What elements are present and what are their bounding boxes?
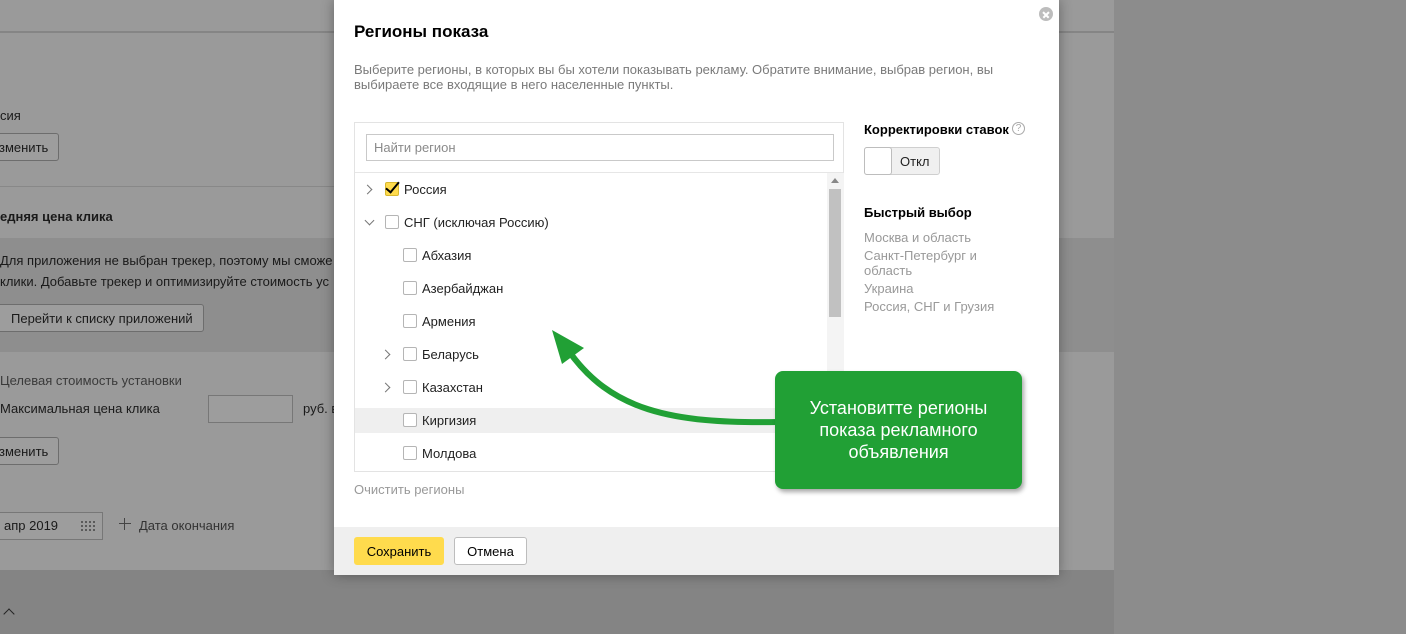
cancel-button[interactable]: Отмена	[454, 537, 527, 565]
close-icon[interactable]	[1039, 7, 1053, 21]
section-divider	[0, 186, 335, 187]
region-checkbox[interactable]	[385, 182, 399, 196]
scroll-up-icon[interactable]	[831, 178, 839, 183]
region-label: Абхазия	[422, 248, 472, 263]
quick-select-russia-cis-georgia[interactable]: Россия, СНГ и Грузия	[864, 299, 1014, 314]
change-button-2[interactable]: зменить	[0, 437, 60, 465]
region-checkbox[interactable]	[385, 215, 399, 229]
bid-adjustments-toggle[interactable]: Откл	[864, 147, 940, 175]
region-label: Беларусь	[422, 347, 479, 362]
region-checkbox[interactable]	[403, 347, 417, 361]
help-icon[interactable]: ?	[1012, 122, 1025, 135]
region-label: Армения	[422, 314, 476, 329]
calendar-icon[interactable]	[80, 520, 96, 532]
region-row[interactable]: СНГ (исключая Россию)	[355, 210, 827, 235]
plus-icon[interactable]	[118, 517, 132, 531]
modal-title: Регионы показа	[354, 22, 489, 41]
max-click-price-option[interactable]: Максимальная цена клика	[0, 401, 160, 416]
tracker-notice-line2: клики. Добавьте трекер и оптимизируйте с…	[0, 274, 329, 289]
region-checkbox[interactable]	[403, 446, 417, 460]
quick-select-moscow[interactable]: Москва и область	[864, 230, 1014, 245]
annotation-callout: Установитте регионы показа рекламного об…	[775, 371, 1022, 489]
quick-select-ukraine[interactable]: Украина	[864, 281, 1014, 296]
chevron-down-icon[interactable]	[364, 215, 375, 226]
max-click-price-input[interactable]	[208, 395, 293, 423]
region-label: Россия	[404, 182, 447, 197]
tracker-notice-line1: Для приложения не выбран трекер, поэтому…	[0, 253, 333, 268]
region-checkbox[interactable]	[403, 281, 417, 295]
toggle-knob[interactable]	[864, 147, 892, 175]
quick-select-spb[interactable]: Санкт-Петербург и область	[864, 248, 1014, 278]
quick-select-title: Быстрый выбор	[864, 205, 972, 220]
region-checkbox[interactable]	[403, 314, 417, 328]
annotation-arrow	[552, 330, 781, 426]
region-row[interactable]: Молдова	[355, 441, 827, 466]
clear-regions-link[interactable]: Очистить регионы	[354, 482, 464, 497]
change-regions-button[interactable]: зменить	[0, 133, 60, 161]
modal-footer: Сохранить Отмена	[334, 527, 1059, 575]
region-row[interactable]: Россия	[355, 177, 827, 202]
region-checkbox[interactable]	[403, 380, 417, 394]
chevron-right-icon[interactable]	[380, 382, 391, 393]
region-search-input[interactable]	[366, 134, 834, 161]
modal-description: Выберите регионы, в которых вы бы хотели…	[354, 62, 994, 92]
region-checkbox[interactable]	[403, 248, 417, 262]
region-row[interactable]: Азербайджан	[355, 276, 827, 301]
toggle-state-label: Откл	[900, 154, 930, 169]
region-value: сия	[0, 108, 21, 123]
scrollbar-thumb[interactable]	[829, 189, 841, 317]
region-label: Киргизия	[422, 413, 477, 428]
region-label: Молдова	[422, 446, 477, 461]
region-label: Казахстан	[422, 380, 483, 395]
go-to-apps-button[interactable]: Перейти к списку приложений	[0, 304, 204, 332]
region-label: СНГ (исключая Россию)	[404, 215, 549, 230]
avg-click-heading: едняя цена клика	[0, 209, 113, 224]
region-checkbox[interactable]	[403, 413, 417, 427]
region-label: Азербайджан	[422, 281, 504, 296]
start-date-value: апр 2019	[4, 518, 59, 533]
save-button[interactable]: Сохранить	[354, 537, 444, 565]
background-footer	[0, 570, 1114, 634]
bid-adjustments-title: Корректировки ставок	[864, 122, 1009, 137]
end-date-link[interactable]: Дата окончания	[139, 518, 234, 533]
target-install-cost-option[interactable]: Целевая стоимость установки	[0, 373, 182, 388]
region-row[interactable]: Абхазия	[355, 243, 827, 268]
chevron-right-icon[interactable]	[362, 184, 373, 195]
chevron-right-icon[interactable]	[380, 349, 391, 360]
